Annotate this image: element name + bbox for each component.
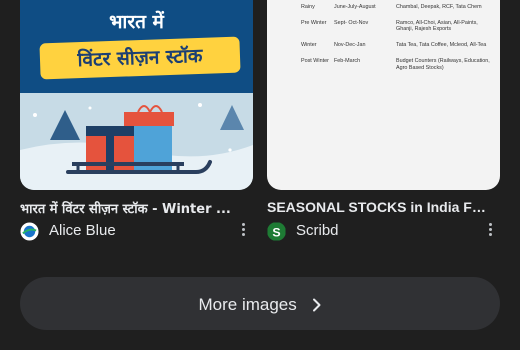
doc-row: Pre Winter Sept- Oct-Nov Ramco, All-Choi… xyxy=(301,19,478,33)
more-options-icon[interactable] xyxy=(487,223,493,239)
svg-text:S: S xyxy=(272,225,280,239)
source-name: Scribd xyxy=(296,222,339,239)
result-title[interactable]: SEASONAL STOCKS in India For... xyxy=(267,199,492,215)
source-name: Alice Blue xyxy=(49,222,116,239)
image-heading-line2: विंटर सीज़न स्टॉक xyxy=(39,36,241,80)
image-result-card[interactable]: Rainy June-July-August Chambal, Deepak, … xyxy=(267,0,500,241)
document-preview: Rainy June-July-August Chambal, Deepak, … xyxy=(301,0,496,71)
doc-row: Winter Nov-Dec-Jan Tata Tea, Tata Coffee… xyxy=(301,42,487,49)
doc-row: Post Winter Feb-March Budget Counters (R… xyxy=(301,57,490,71)
result-source[interactable]: Alice Blue xyxy=(20,221,253,241)
result-thumbnail[interactable]: भारत में विंटर सीज़न स्टॉक xyxy=(20,0,253,190)
image-heading-line1: भारत में xyxy=(109,11,164,33)
chevron-right-icon xyxy=(312,298,320,312)
more-images-button[interactable]: More images xyxy=(20,277,500,330)
more-images-label: More images xyxy=(198,295,297,315)
image-banner: भारत में विंटर सीज़न स्टॉक xyxy=(20,0,253,93)
image-result-card[interactable]: भारत में विंटर सीज़न स्टॉक भारत में विंट… xyxy=(20,0,253,241)
result-title[interactable]: भारत में विंटर सीज़न स्टॉक - Winter ... xyxy=(20,199,245,217)
doc-row: Rainy June-July-August Chambal, Deepak, … xyxy=(301,4,482,10)
result-source[interactable]: S Scribd xyxy=(267,221,500,241)
result-thumbnail[interactable]: Rainy June-July-August Chambal, Deepak, … xyxy=(267,0,500,190)
more-options-icon[interactable] xyxy=(240,223,246,239)
alice-blue-logo-icon xyxy=(20,222,39,241)
scribd-logo-icon: S xyxy=(267,222,286,241)
